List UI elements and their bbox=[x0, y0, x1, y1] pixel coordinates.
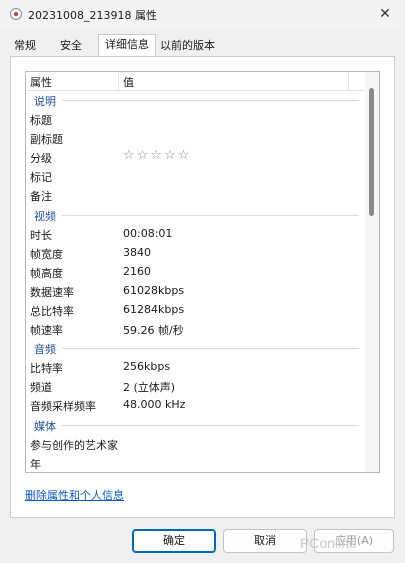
property-name: 参与创作的艺术家 bbox=[30, 439, 118, 452]
property-name: 总比特率 bbox=[30, 305, 74, 318]
property-row-contributing-artists[interactable]: 参与创作的艺术家 bbox=[26, 435, 367, 454]
property-row-subtitle[interactable]: 副标题 bbox=[26, 129, 367, 148]
property-name: 副标题 bbox=[30, 133, 63, 146]
property-name: 数据速率 bbox=[30, 286, 74, 299]
property-name: 帧宽度 bbox=[30, 248, 63, 261]
property-value: 48.000 kHz bbox=[123, 398, 186, 411]
property-row-data-rate[interactable]: 数据速率 61028kbps bbox=[26, 282, 367, 301]
property-row-bitrate[interactable]: 比特率 256kbps bbox=[26, 358, 367, 377]
group-divider bbox=[62, 100, 359, 101]
property-name: 帧高度 bbox=[30, 267, 63, 280]
group-divider bbox=[62, 348, 359, 349]
property-name: 比特率 bbox=[30, 362, 63, 375]
property-row-channels[interactable]: 频道 2 (立体声) bbox=[26, 377, 367, 396]
group-divider bbox=[62, 215, 359, 216]
column-header-value[interactable]: 值 bbox=[123, 74, 134, 90]
group-media: 媒体 bbox=[26, 416, 367, 435]
title-bar: 20231008_213918 属性 ✕ bbox=[0, 0, 405, 30]
property-name: 备注 bbox=[30, 190, 52, 203]
tab-general[interactable]: 常规 bbox=[8, 36, 42, 56]
column-divider[interactable] bbox=[118, 72, 119, 90]
scrollbar-thumb[interactable] bbox=[369, 88, 374, 216]
property-name: 频道 bbox=[30, 381, 52, 394]
property-name: 标题 bbox=[30, 114, 52, 127]
tab-details[interactable]: 详细信息 bbox=[98, 34, 156, 56]
close-button[interactable]: ✕ bbox=[365, 0, 405, 30]
window-title: 20231008_213918 属性 bbox=[28, 9, 157, 22]
properties-list[interactable]: 属性 值 说明 标题 副标题 分级 ☆☆☆☆☆ 标记 备注 视频 时长 00:0… bbox=[25, 71, 380, 473]
property-row-sample-rate[interactable]: 音频采样频率 48.000 kHz bbox=[26, 396, 367, 415]
column-header-property[interactable]: 属性 bbox=[30, 74, 52, 90]
group-label: 视频 bbox=[34, 210, 56, 223]
vertical-scrollbar[interactable] bbox=[365, 72, 379, 472]
list-header: 属性 值 bbox=[26, 72, 367, 91]
property-row-rating[interactable]: 分级 ☆☆☆☆☆ bbox=[26, 148, 367, 167]
media-file-icon bbox=[10, 8, 22, 20]
property-row-tags[interactable]: 标记 bbox=[26, 167, 367, 186]
property-value: 2160 bbox=[123, 265, 151, 278]
property-value: 61028kbps bbox=[123, 284, 185, 297]
property-name: 标记 bbox=[30, 171, 52, 184]
property-name: 时长 bbox=[30, 229, 52, 242]
property-row-title[interactable]: 标题 bbox=[26, 110, 367, 129]
cancel-button[interactable]: 取消 bbox=[223, 529, 307, 553]
property-value: 61284kbps bbox=[123, 303, 185, 316]
property-name: 分级 bbox=[30, 152, 52, 165]
rating-stars[interactable]: ☆☆☆☆☆ bbox=[123, 148, 191, 163]
group-label: 说明 bbox=[34, 95, 56, 108]
dialog-footer: 确定 取消 应用(A) PConline bbox=[0, 518, 405, 563]
property-row-comments[interactable]: 备注 bbox=[26, 186, 367, 205]
property-name: 帧速率 bbox=[30, 324, 63, 337]
group-audio: 音频 bbox=[26, 339, 367, 358]
group-description: 说明 bbox=[26, 91, 367, 110]
property-value: 59.26 帧/秒 bbox=[123, 324, 184, 337]
tab-previous-versions[interactable]: 以前的版本 bbox=[154, 36, 221, 56]
group-divider bbox=[62, 425, 359, 426]
details-panel: 属性 值 说明 标题 副标题 分级 ☆☆☆☆☆ 标记 备注 视频 时长 00:0… bbox=[10, 56, 395, 518]
property-row-frame-width[interactable]: 帧宽度 3840 bbox=[26, 244, 367, 263]
property-value: 256kbps bbox=[123, 360, 171, 373]
remove-properties-link[interactable]: 删除属性和个人信息 bbox=[25, 487, 124, 503]
property-value: 00:08:01 bbox=[123, 227, 173, 240]
group-label: 音频 bbox=[34, 343, 56, 356]
group-video: 视频 bbox=[26, 206, 367, 225]
property-name: 年 bbox=[30, 458, 41, 471]
watermark-logo: PConline bbox=[300, 535, 357, 551]
property-row-frame-height[interactable]: 帧高度 2160 bbox=[26, 263, 367, 282]
property-row-frame-rate[interactable]: 帧速率 59.26 帧/秒 bbox=[26, 320, 367, 339]
ok-button[interactable]: 确定 bbox=[132, 529, 216, 553]
tab-security[interactable]: 安全 bbox=[54, 36, 88, 56]
column-divider[interactable] bbox=[348, 72, 349, 90]
property-row-year[interactable]: 年 bbox=[26, 454, 367, 472]
property-name: 音频采样频率 bbox=[30, 400, 96, 413]
property-value: 2 (立体声) bbox=[123, 381, 176, 394]
group-label: 媒体 bbox=[34, 420, 56, 433]
property-row-total-bitrate[interactable]: 总比特率 61284kbps bbox=[26, 301, 367, 320]
property-value: 3840 bbox=[123, 246, 151, 259]
property-row-duration[interactable]: 时长 00:08:01 bbox=[26, 225, 367, 244]
